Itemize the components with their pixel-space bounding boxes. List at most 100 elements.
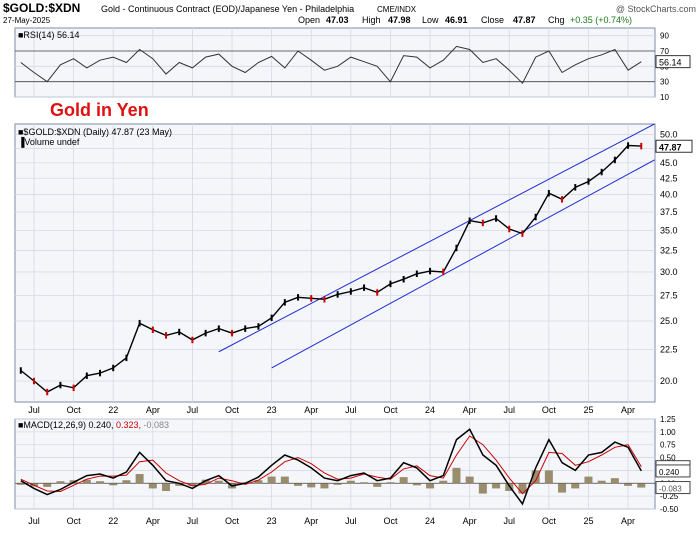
rsi-last-value: 56.14: [659, 58, 682, 68]
macd-tick-label: 0.75: [660, 441, 676, 450]
rsi-label: ■RSI(14) 56.14: [18, 30, 79, 40]
macd-histogram-bar: [465, 476, 474, 484]
macd-histogram-bar: [624, 483, 633, 486]
x-tick-label: Oct: [542, 405, 557, 415]
macd-value-box-label: 0.240: [659, 468, 680, 477]
ohlc-readout: Open 47.03 High 47.98 Low 46.91 Close 47…: [298, 15, 632, 25]
x-tick-label: Oct: [67, 516, 82, 526]
macd-histogram-bar: [148, 483, 157, 489]
chart-annotation: Gold in Yen: [50, 100, 149, 120]
macd-histogram-bar: [518, 483, 527, 494]
macd-histogram-bar: [558, 483, 567, 493]
chg-value: +0.35 (+0.74%): [570, 15, 632, 25]
close-value: 47.87: [513, 15, 536, 25]
high-label: High: [362, 15, 381, 25]
price-tick-label: 27.5: [660, 290, 678, 300]
price-last-value: 47.87: [659, 142, 682, 152]
x-tick-label: Oct: [225, 405, 240, 415]
rsi-tick-label: 70: [660, 47, 669, 56]
x-tick-label: 23: [267, 405, 277, 415]
macd-histogram-bar: [162, 483, 171, 491]
price-label: ■$GOLD:$XDN (Daily) 47.87 (23 May): [18, 127, 172, 137]
x-tick-label: 25: [583, 516, 593, 526]
x-tick-label: Jul: [28, 405, 40, 415]
rsi-tick-label: 90: [660, 32, 669, 41]
x-tick-label: Oct: [383, 516, 398, 526]
macd-histogram-bar: [399, 477, 408, 484]
chg-label: Chg: [548, 15, 565, 25]
rsi-tick-label: 30: [660, 78, 669, 87]
price-frame: [14, 123, 656, 403]
x-tick-label: Oct: [383, 405, 398, 415]
volume-label: ▐Volume undef: [18, 136, 80, 148]
high-value: 47.98: [388, 15, 411, 25]
price-tick-label: 42.5: [660, 173, 678, 183]
macd-label: ■MACD(12,26,9) 0.240, 0.323, -0.083: [18, 420, 169, 430]
price-tick-label: 37.5: [660, 207, 678, 217]
macd-histogram-bar: [109, 483, 118, 486]
x-tick-label: Apr: [621, 516, 635, 526]
macd-histogram-bar: [135, 474, 144, 484]
price-tick-label: 25.0: [660, 316, 678, 326]
macd-histogram-bar: [426, 483, 435, 489]
x-tick-label: 23: [267, 516, 277, 526]
macd-histogram-bar: [452, 467, 461, 484]
macd-histogram-bar: [492, 483, 501, 489]
macd-histogram-bar: [386, 482, 395, 484]
chart-symbol: $GOLD:$XDN: [3, 1, 80, 15]
price-tick-label: 32.5: [660, 245, 678, 255]
x-tick-label: Apr: [304, 405, 318, 415]
macd-histogram-bar: [439, 480, 448, 484]
macd-histogram-bar: [478, 483, 487, 494]
x-tick-label: Jul: [187, 516, 199, 526]
macd-histogram-bar: [597, 480, 606, 484]
macd-histogram-bar: [584, 476, 593, 484]
price-panel: 50.047.545.042.540.037.535.032.530.027.5…: [14, 123, 693, 415]
macd-tick-label: 1.25: [660, 415, 676, 424]
macd-histogram-bar: [16, 483, 25, 485]
price-tick-label: 35.0: [660, 225, 678, 235]
open-label: Open: [298, 15, 320, 25]
macd-histogram-bar: [214, 480, 223, 484]
rsi-tick-label: 10: [660, 93, 669, 102]
macd-histogram-bar: [294, 483, 303, 486]
rsi-panel: 9070503010■RSI(14) 56.1456.14: [14, 27, 691, 102]
macd-panel: 1.251.000.750.500.250.00-0.25-0.50■MACD(…: [14, 415, 691, 526]
macd-histogram-bar: [280, 476, 289, 484]
x-tick-label: Oct: [225, 516, 240, 526]
x-tick-label: 24: [425, 405, 435, 415]
macd-histogram-bar: [360, 482, 369, 484]
x-tick-label: Apr: [304, 516, 318, 526]
x-tick-label: Apr: [463, 405, 477, 415]
open-value: 47.03: [326, 15, 349, 25]
x-tick-label: 24: [425, 516, 435, 526]
macd-histogram-bar: [637, 483, 646, 488]
x-tick-label: Jul: [345, 405, 357, 415]
x-tick-label: Apr: [146, 516, 160, 526]
macd-histogram-bar: [333, 483, 342, 485]
x-tick-label: Jul: [187, 405, 199, 415]
price-tick-label: 45.0: [660, 158, 678, 168]
x-tick-label: Jul: [503, 405, 515, 415]
macd-histogram-bar: [412, 483, 421, 486]
x-tick-label: Apr: [146, 405, 160, 415]
macd-histogram-bar: [320, 483, 329, 489]
x-tick-label: Apr: [463, 516, 477, 526]
x-tick-label: 22: [108, 405, 118, 415]
macd-histogram-bar: [571, 483, 580, 489]
chart-root: $GOLD:$XDN Gold - Continuous Contract (E…: [0, 0, 700, 530]
macd-histogram-bar: [56, 481, 65, 484]
macd-histogram-bar: [346, 480, 355, 484]
price-tick-label: 40.0: [660, 190, 678, 200]
chart-exchange: CME/INDX: [377, 5, 417, 14]
x-tick-label: Jul: [503, 516, 515, 526]
macd-histogram-bar: [610, 478, 619, 484]
macd-frame: [14, 418, 656, 510]
x-tick-label: Apr: [621, 405, 635, 415]
macd-histogram-bar: [43, 483, 52, 487]
chart-copyright: @ StockCharts.com: [616, 4, 696, 14]
macd-tick-label: 1.00: [660, 428, 676, 437]
stock-chart: $GOLD:$XDN Gold - Continuous Contract (E…: [0, 0, 700, 530]
low-label: Low: [422, 15, 439, 25]
low-value: 46.91: [445, 15, 468, 25]
